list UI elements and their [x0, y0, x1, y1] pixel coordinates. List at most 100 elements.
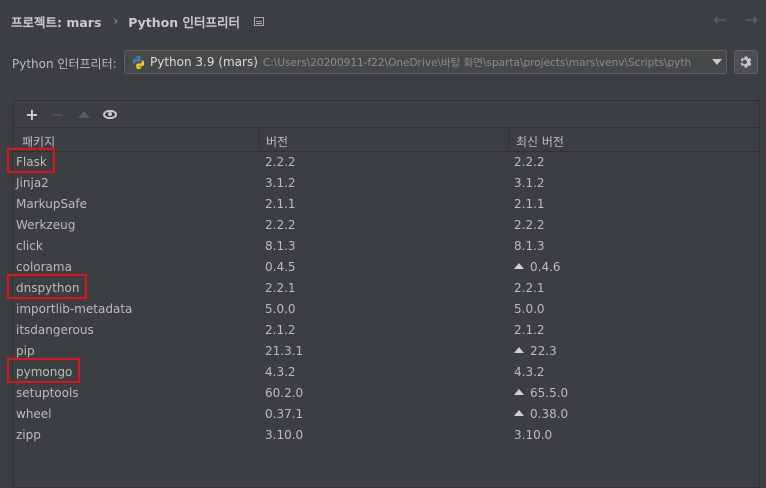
- upgrade-package-button[interactable]: [71, 103, 97, 125]
- latest-version-text: 2.2.2: [514, 218, 545, 232]
- package-version-cell: 4.3.2: [265, 365, 296, 379]
- latest-version-cell: 65.5.0: [514, 386, 568, 400]
- latest-version-text: 2.2.1: [514, 281, 545, 295]
- table-row[interactable]: Jinja2 3.1.2 3.1.2: [13, 173, 759, 194]
- package-name-cell: colorama: [16, 260, 72, 274]
- packages-toolbar: + −: [13, 101, 759, 127]
- latest-version-cell: 0.38.0: [514, 407, 568, 421]
- latest-version-text: 2.2.2: [514, 155, 545, 169]
- python-icon: [132, 55, 145, 69]
- latest-version-cell: 2.1.2: [514, 323, 545, 337]
- page-title: Python 인터프리터: [128, 14, 240, 30]
- latest-version-cell: 3.10.0: [514, 428, 552, 442]
- package-table-body: Flask 2.2.2 2.2.2 Jinja2 3.1.2 3.1.2 MarkupSaf…: [7, 148, 759, 446]
- column-header-version[interactable]: 버전: [266, 133, 288, 150]
- package-name-cell: wheel: [16, 407, 52, 421]
- back-arrow-icon[interactable]: ←: [713, 10, 726, 29]
- package-name-cell: setuptools: [16, 386, 79, 400]
- table-row[interactable]: dnspython 2.2.1 2.2.1: [7, 274, 759, 299]
- upgrade-available-icon: [514, 389, 524, 395]
- table-row[interactable]: wheel 0.37.1 0.38.0: [13, 404, 759, 425]
- latest-version-text: 3.10.0: [514, 428, 553, 442]
- remove-package-button[interactable]: −: [45, 103, 71, 125]
- package-version-cell: 60.2.0: [265, 386, 304, 400]
- settings-gear-button[interactable]: [734, 50, 758, 74]
- latest-version-cell: 8.1.3: [514, 239, 545, 253]
- latest-version-text: 4.3.2: [514, 365, 545, 379]
- upgrade-available-icon: [514, 347, 524, 353]
- latest-version-cell: 2.2.1: [514, 281, 545, 295]
- package-name-cell: zipp: [16, 428, 41, 442]
- package-version-cell: 0.4.5: [265, 260, 296, 274]
- package-version-cell: 21.3.1: [265, 344, 304, 358]
- package-name-cell: itsdangerous: [16, 323, 94, 337]
- packages-panel: + − 패키지 버전 최신 버전 Flask 2.2.2 2.2.2 Jinja2 3.…: [7, 100, 760, 488]
- package-name-cell: importlib-metadata: [16, 302, 133, 316]
- interpreter-select[interactable]: Python 3.9 (mars) C:\Users\20200911-f22\…: [124, 50, 727, 74]
- package-name-cell: MarkupSafe: [16, 197, 88, 211]
- gear-icon: [740, 56, 752, 68]
- table-row[interactable]: click 8.1.3 8.1.3: [13, 236, 759, 257]
- package-name-cell: Jinja2: [16, 176, 49, 190]
- chevron-down-icon[interactable]: [712, 59, 722, 65]
- interpreter-label: Python 인터프리터:: [12, 57, 117, 71]
- breadcrumb-project[interactable]: 프로젝트: mars: [11, 12, 101, 31]
- forward-arrow-icon[interactable]: →: [745, 10, 758, 29]
- interpreter-name: Python 3.9 (mars): [150, 55, 258, 69]
- latest-version-text: 22.3: [530, 344, 557, 358]
- column-divider[interactable]: [259, 128, 260, 152]
- latest-version-text: 8.1.3: [514, 239, 545, 253]
- upgrade-available-icon: [514, 410, 524, 416]
- table-row[interactable]: colorama 0.4.5 0.4.6: [13, 257, 759, 278]
- column-header-latest[interactable]: 최신 버전: [516, 133, 564, 150]
- latest-version-text: 65.5.0: [530, 386, 569, 400]
- latest-version-cell: 2.2.2: [514, 218, 545, 232]
- navigation-arrows: ← →: [713, 10, 758, 29]
- latest-version-cell: 22.3: [514, 344, 557, 358]
- latest-version-text: 2.1.2: [514, 323, 545, 337]
- latest-version-cell: 2.2.2: [514, 155, 545, 169]
- highlight-box: [7, 274, 88, 299]
- package-name-cell: pip: [16, 344, 35, 358]
- package-version-cell: 2.2.2: [265, 155, 296, 169]
- breadcrumb-separator: ›: [113, 14, 119, 28]
- latest-version-text: 2.1.1: [514, 197, 545, 211]
- package-version-cell: 8.1.3: [265, 239, 296, 253]
- table-row[interactable]: pip 21.3.1 22.3: [13, 341, 759, 362]
- table-row[interactable]: MarkupSafe 2.1.1 2.1.1: [13, 194, 759, 215]
- latest-version-cell: 2.1.1: [514, 197, 545, 211]
- package-version-cell: 2.1.1: [265, 197, 296, 211]
- package-version-cell: 2.1.2: [265, 323, 296, 337]
- eye-icon: [103, 109, 117, 119]
- latest-version-text: 0.38.0: [530, 407, 569, 421]
- table-row[interactable]: importlib-metadata 5.0.0 5.0.0: [13, 299, 759, 320]
- table-header: 패키지 버전 최신 버전: [13, 127, 759, 152]
- table-row[interactable]: Werkzeug 2.2.2 2.2.2: [13, 215, 759, 236]
- interpreter-row: Python 인터프리터: Python 3.9 (mars) C:\Users…: [0, 48, 766, 76]
- table-row[interactable]: pymongo 4.3.2 4.3.2: [7, 358, 759, 383]
- table-row[interactable]: itsdangerous 2.1.2 2.1.2: [13, 320, 759, 341]
- highlight-box: [7, 358, 81, 383]
- table-row[interactable]: zipp 3.10.0 3.10.0: [13, 425, 759, 446]
- highlight-box: [7, 148, 55, 173]
- latest-version-cell: 4.3.2: [514, 365, 545, 379]
- package-version-cell: 5.0.0: [265, 302, 296, 316]
- latest-version-text: 5.0.0: [514, 302, 545, 316]
- latest-version-cell: 5.0.0: [514, 302, 545, 316]
- package-version-cell: 3.10.0: [265, 428, 304, 442]
- package-version-cell: 2.2.1: [265, 281, 296, 295]
- latest-version-cell: 0.4.6: [514, 260, 561, 274]
- latest-version-text: 3.1.2: [514, 176, 545, 190]
- table-row[interactable]: setuptools 60.2.0 65.5.0: [13, 383, 759, 404]
- upgrade-available-icon: [514, 263, 524, 269]
- package-version-cell: 2.2.2: [265, 218, 296, 232]
- interpreter-path: C:\Users\20200911-f22\OneDrive\바탕 화면\spa…: [262, 56, 692, 69]
- column-divider[interactable]: [508, 128, 509, 152]
- table-row[interactable]: Flask 2.2.2 2.2.2: [7, 148, 759, 173]
- latest-version-text: 0.4.6: [530, 260, 561, 274]
- add-package-button[interactable]: +: [19, 103, 45, 125]
- upgrade-arrow-icon: [78, 110, 90, 118]
- package-name-cell: click: [16, 239, 43, 253]
- show-early-releases-button[interactable]: [97, 103, 123, 125]
- package-version-cell: 0.37.1: [265, 407, 304, 421]
